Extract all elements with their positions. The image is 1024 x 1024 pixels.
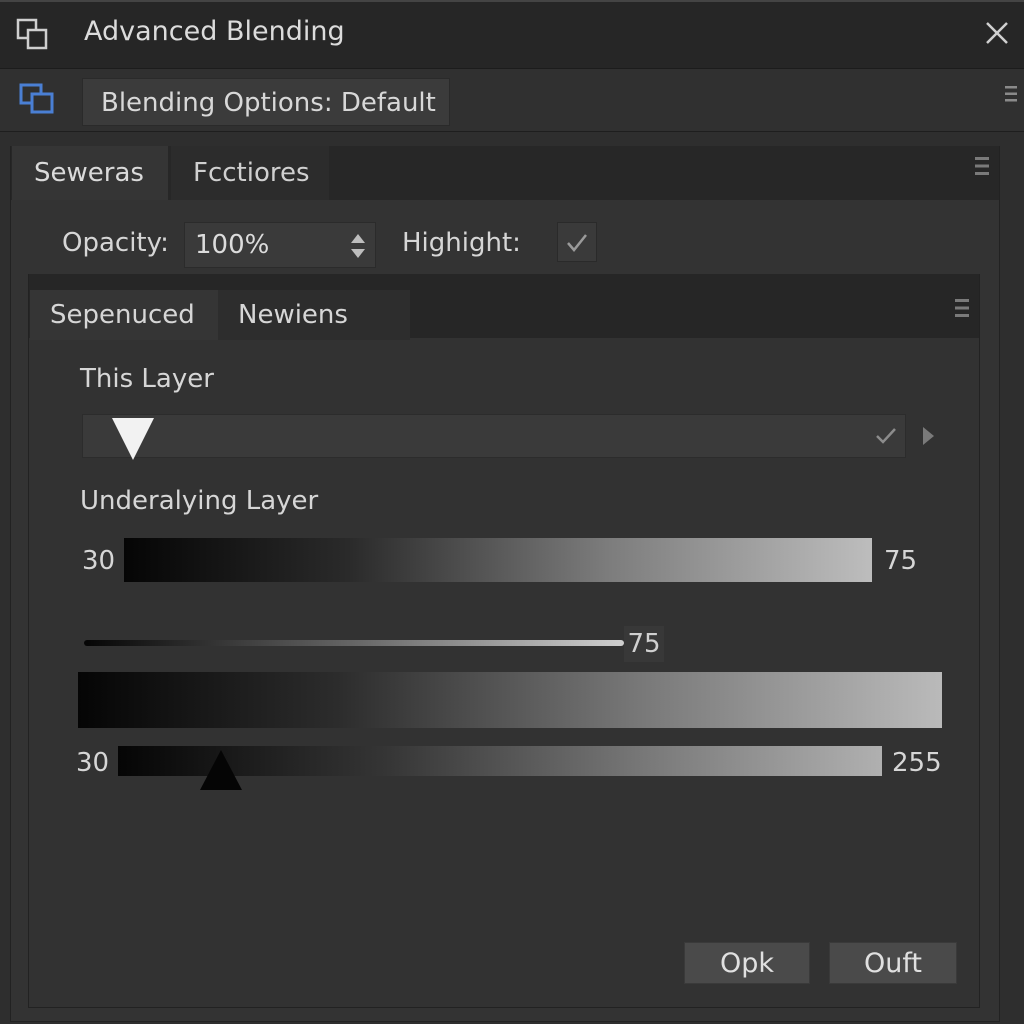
tab-seweras[interactable]: Seweras	[12, 146, 168, 200]
cancel-button[interactable]: Ouft	[829, 942, 957, 984]
thin-slider-value: 75	[624, 626, 664, 662]
tab-fcctiores[interactable]: Fcctiores	[171, 146, 329, 200]
window-title: Advanced Blending	[84, 16, 345, 47]
this-layer-slider-track[interactable]	[82, 414, 906, 458]
black-slider-thumb-icon[interactable]	[198, 748, 244, 792]
chevron-right-icon[interactable]	[920, 424, 936, 448]
panel-menu-icon[interactable]	[1004, 84, 1018, 104]
blending-options-button[interactable]: Blending Options: Default	[82, 78, 450, 126]
gradient-min-value: 30	[82, 546, 116, 576]
thin-slider[interactable]	[84, 640, 624, 646]
ok-button[interactable]: Opk	[684, 942, 810, 984]
tab-newiens[interactable]: Newiens	[218, 290, 410, 340]
this-layer-label: This Layer	[80, 364, 214, 394]
checkmark-icon	[876, 428, 896, 444]
opacity-label: Opacity:	[62, 228, 169, 258]
inner-panel-menu-icon[interactable]	[954, 296, 970, 320]
highlight-label: Highight:	[402, 228, 521, 258]
checkmark-icon	[567, 234, 587, 252]
blending-icon[interactable]	[18, 82, 56, 116]
window-icon	[16, 18, 48, 50]
bottom-min-value: 30	[76, 748, 110, 778]
white-slider-thumb-icon[interactable]	[110, 416, 156, 462]
outer-panel-menu-icon[interactable]	[974, 154, 990, 178]
close-icon[interactable]	[980, 16, 1014, 50]
large-gradient-bar	[78, 672, 942, 728]
highlight-checkbox[interactable]	[557, 222, 597, 262]
underlying-layer-label: Underalying Layer	[80, 486, 319, 516]
spinner-icon[interactable]	[348, 232, 368, 260]
bottom-max-value: 255	[892, 748, 942, 778]
underlying-gradient-bar	[124, 538, 872, 582]
gradient-max-value: 75	[884, 546, 918, 576]
